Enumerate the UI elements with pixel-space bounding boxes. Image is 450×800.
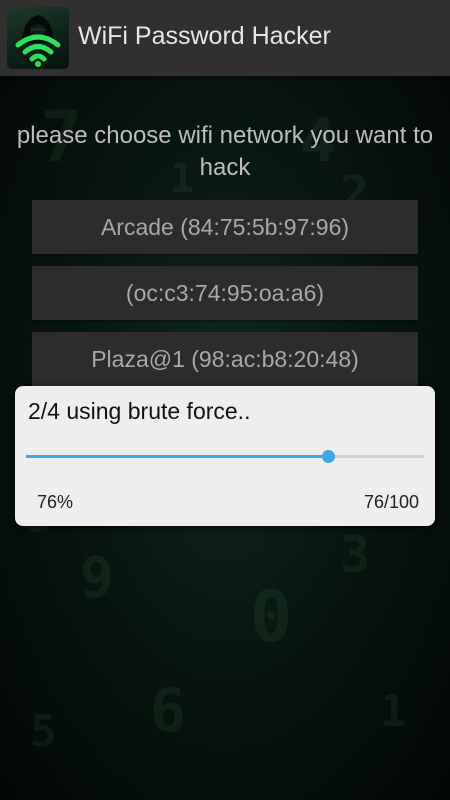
progress-percent: 76% <box>37 492 74 512</box>
bg-digit: 9 <box>80 546 114 611</box>
bg-digit: 1 <box>380 686 407 737</box>
hacker-wifi-icon <box>7 7 69 69</box>
app-bar: WiFi Password Hacker <box>0 0 450 76</box>
app-title: WiFi Password Hacker <box>78 22 331 50</box>
progress-message: 2/4 using brute force.. <box>28 398 251 424</box>
progress-dialog: 2/4 using brute force.. 76% 76/100 <box>15 386 435 526</box>
bg-digit: 0 <box>250 576 293 658</box>
network-button-arcade[interactable]: Arcade (84:75:5b:97:96) <box>32 200 418 254</box>
bg-digit: 6 <box>150 676 187 746</box>
bg-digit: 3 <box>340 526 371 584</box>
network-button-plaza[interactable]: Plaza@1 (98:ac:b8:20:48) <box>32 332 418 386</box>
network-prompt: please choose wifi network you want to h… <box>16 122 434 181</box>
progress-thumb <box>322 450 336 463</box>
network-button-unnamed[interactable]: (oc:c3:74:95:oa:a6) <box>32 266 418 320</box>
progress-fill <box>26 455 329 458</box>
bg-digit: 5 <box>30 706 57 757</box>
progress-count: 76/100 <box>363 492 419 512</box>
progress-track <box>26 450 424 463</box>
